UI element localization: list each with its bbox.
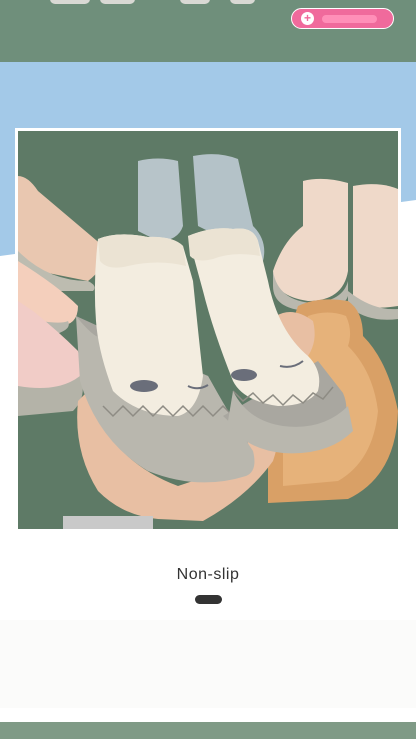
product-photo-frame [15,128,401,532]
top-banner-strip: + [0,0,416,62]
plus-circle-icon: + [301,12,314,25]
add-button-label [322,15,377,23]
product-thumbnail-fragment [230,0,255,4]
bottom-banner-strip [0,722,416,739]
section-fade [0,620,416,708]
feature-caption: Non-slip [176,566,240,583]
product-thumbnail-fragment [180,0,210,4]
add-button[interactable]: + [291,8,394,29]
product-thumbnail-fragment [100,0,135,4]
baby-sock-shoes-illustration [18,131,398,529]
product-photo [18,131,398,529]
carousel-indicator[interactable] [195,595,222,604]
product-thumbnail-fragment [50,0,90,4]
